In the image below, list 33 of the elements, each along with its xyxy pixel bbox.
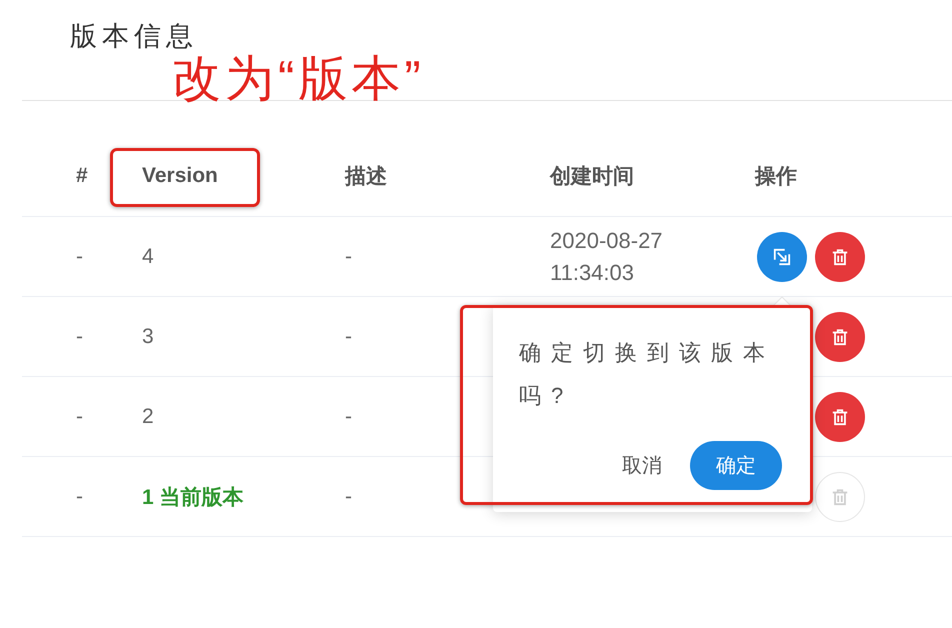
popover-message: 确定切换到该版本吗? bbox=[519, 339, 776, 410]
version-cell: 3 bbox=[142, 324, 154, 348]
column-header: Version bbox=[142, 164, 218, 188]
table-cell: - bbox=[345, 324, 352, 348]
switch-button[interactable] bbox=[757, 232, 807, 282]
table-cell: - bbox=[345, 244, 352, 268]
column-header: 描述 bbox=[345, 164, 387, 190]
delete-button[interactable] bbox=[815, 312, 865, 362]
table-cell: - bbox=[76, 324, 83, 348]
version-cell: 4 bbox=[142, 244, 154, 268]
version-cell: 2 bbox=[142, 404, 154, 428]
column-header: # bbox=[76, 164, 88, 188]
annotation-text: 改为“版本” bbox=[172, 51, 425, 108]
column-header: 操作 bbox=[755, 164, 797, 190]
delete-button[interactable] bbox=[815, 392, 865, 442]
cancel-button[interactable]: 取消 bbox=[622, 450, 662, 480]
page-title: 版本信息 bbox=[70, 20, 198, 53]
table-cell: - bbox=[345, 404, 352, 428]
switch-icon bbox=[773, 248, 791, 266]
table-cell: - bbox=[76, 484, 83, 508]
popover-arrow-icon bbox=[773, 296, 791, 306]
delete-button[interactable] bbox=[815, 232, 865, 282]
table-cell: - bbox=[76, 404, 83, 428]
created-time: 2020-08-27 11:34:03 bbox=[550, 226, 664, 286]
trash-icon bbox=[831, 488, 849, 506]
version-cell-text: 1 当前版本 bbox=[142, 484, 244, 510]
trash-icon bbox=[831, 408, 849, 426]
table-cell: - bbox=[345, 484, 352, 508]
table-cell: - bbox=[76, 244, 83, 268]
trash-icon bbox=[831, 328, 849, 346]
column-header: 创建时间 bbox=[550, 164, 634, 190]
confirm-button[interactable]: 确定 bbox=[690, 441, 782, 490]
trash-icon bbox=[831, 248, 849, 266]
